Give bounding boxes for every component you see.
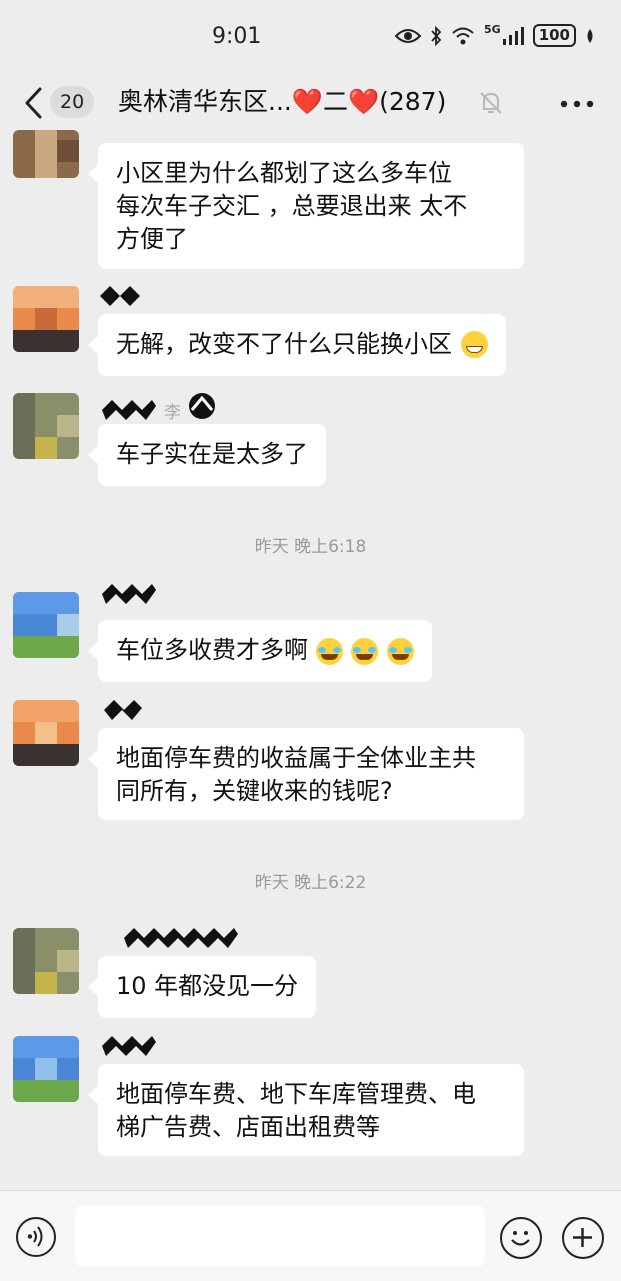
redacted-nickname — [189, 393, 215, 419]
crying-laughing-emoji-icon — [387, 638, 414, 665]
group-title: 奥林清华东区...❤️二❤️(287) — [118, 87, 447, 116]
message-text: 无解，改变不了什么只能换小区 — [116, 330, 452, 358]
message-bubble[interactable]: 10 年都没见一分 — [87, 956, 317, 1018]
bluetooth-icon — [431, 25, 442, 46]
redacted-nickname — [100, 286, 140, 306]
nickname-fragment: 李 — [164, 403, 181, 423]
voice-wave-icon — [27, 1226, 43, 1247]
message-bubble[interactable]: 车位多收费才多啊 — [88, 620, 432, 682]
message-input[interactable] — [75, 1205, 485, 1267]
status-icons: 5G 100 — [395, 23, 595, 47]
avatar[interactable] — [13, 393, 79, 459]
crying-laughing-emoji-icon — [351, 638, 379, 665]
avatar[interactable] — [13, 130, 79, 178]
crying-laughing-emoji-icon — [315, 638, 343, 665]
wifi-icon — [452, 27, 474, 44]
avatar[interactable] — [13, 286, 79, 352]
muted-bell-icon — [480, 92, 502, 114]
avatar[interactable] — [13, 592, 79, 658]
battery-indicator: 100 — [532, 24, 576, 47]
redacted-nickname — [102, 400, 156, 420]
redacted-nickname — [104, 700, 142, 720]
message-bubble[interactable]: 地面停车费的收益属于全体业主共 同所有，关键收来的钱呢? — [88, 728, 524, 820]
message-bubble[interactable]: 车子实在是太多了 — [88, 424, 326, 486]
unread-count-badge[interactable]: 20 — [50, 86, 95, 118]
redacted-nickname — [124, 928, 238, 948]
back-chevron-icon[interactable] — [22, 86, 48, 120]
message-bubble[interactable]: 无解，改变不了什么只能换小区 — [88, 314, 506, 376]
smiley-icon — [511, 1231, 530, 1246]
signal-icon — [502, 26, 524, 45]
network-label: 5G — [484, 23, 501, 36]
status-time: 9:01 — [212, 24, 262, 49]
timestamp: 昨天 晚上6:18 — [254, 537, 367, 557]
avatar[interactable] — [13, 928, 79, 994]
plus-icon — [573, 1228, 592, 1247]
avatar[interactable] — [13, 700, 79, 766]
timestamp: 昨天 晚上6:22 — [254, 873, 367, 893]
message-bubble[interactable]: 小区里为什么都划了这么多车位 每次车子交汇 ，总要退出来 太不 方便了 — [88, 143, 524, 269]
message-bubble[interactable]: 地面停车费、地下车库管理费、电 梯广告费、店面出租费等 — [88, 1064, 524, 1156]
leaf-icon — [587, 28, 593, 43]
redacted-nickname — [102, 1036, 156, 1056]
message-text: 车位多收费才多啊 — [116, 636, 308, 664]
redacted-nickname — [102, 584, 156, 604]
more-functions-button[interactable] — [562, 1217, 604, 1259]
voice-input-button[interactable] — [16, 1217, 56, 1257]
emoji-button[interactable] — [500, 1217, 542, 1259]
avatar[interactable] — [13, 1036, 79, 1102]
chat-input-bar — [0, 1190, 621, 1281]
eye-icon — [395, 28, 421, 43]
grinning-emoji-icon — [461, 331, 488, 358]
status-bar: 9:01 5G 100 — [0, 0, 621, 72]
chat-header: 20 奥林清华东区...❤️二❤️(287) — [0, 72, 621, 138]
more-options-icon[interactable] — [560, 100, 594, 108]
